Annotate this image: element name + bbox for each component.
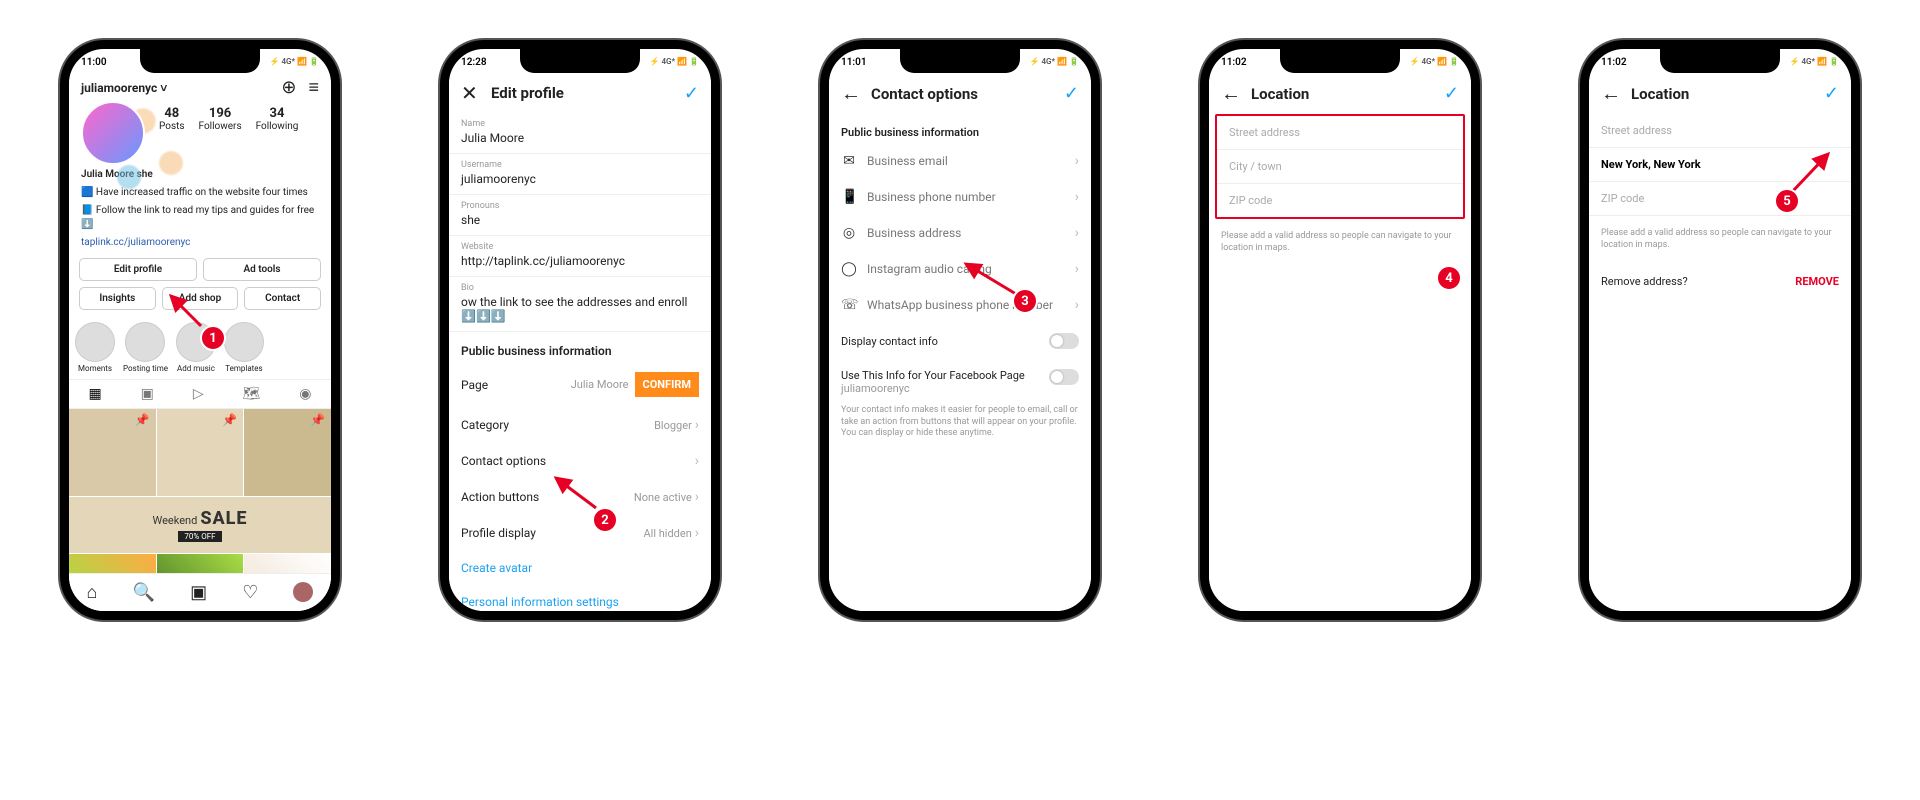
back-icon[interactable]: ← (841, 81, 861, 106)
pronouns-label: Pronouns (449, 195, 711, 211)
screen-title: Location (1251, 85, 1434, 103)
bio-field[interactable]: ow the link to see the addresses and enr… (449, 293, 711, 332)
grid-tab-icon[interactable]: ▦ (88, 386, 101, 402)
username-field[interactable]: juliamoorenyc (449, 170, 711, 195)
screen-title: Location (1631, 85, 1814, 103)
city-field[interactable]: City / town (1217, 150, 1463, 184)
page-row[interactable]: Page Julia MooreCONFIRM (449, 362, 711, 407)
remove-question: Remove address? (1601, 275, 1688, 288)
step-badge-5: 5 (1774, 188, 1800, 214)
confirm-icon[interactable]: ✓ (1064, 83, 1079, 104)
contact-button[interactable]: Contact (244, 287, 321, 310)
section-title: Public business information (829, 114, 1091, 143)
confirm-icon[interactable]: ✓ (684, 83, 699, 104)
profile-avatar[interactable] (81, 101, 145, 165)
business-email-row[interactable]: ✉Business email› (829, 143, 1091, 179)
name-field[interactable]: Julia Moore (449, 129, 711, 154)
remove-button[interactable]: REMOVE (1795, 275, 1839, 288)
confirm-icon[interactable]: ✓ (1824, 83, 1839, 104)
screen-title: Edit profile (491, 84, 674, 102)
time: 11:01 (841, 57, 867, 71)
display-contact-toggle[interactable]: Display contact info (829, 323, 1091, 359)
menu-icon[interactable]: ≡ (308, 77, 319, 98)
website-label: Website (449, 236, 711, 252)
step-badge-2: 2 (592, 507, 618, 533)
edit-profile-button[interactable]: Edit profile (79, 258, 197, 281)
activity-icon[interactable]: ♡ (242, 582, 258, 603)
profile-display-row[interactable]: Profile displayAll hidden › (449, 515, 711, 551)
search-icon[interactable]: 🔍 (133, 582, 155, 603)
reels-icon[interactable]: ▣ (190, 582, 207, 603)
website-field[interactable]: http://taplink.cc/juliamoorenyc (449, 252, 711, 277)
time: 11:02 (1221, 57, 1247, 71)
status-icons: ⚡ 4G* 📶 🔋 (1030, 57, 1079, 71)
video-tab-icon[interactable]: ▷ (193, 386, 204, 402)
status-icons: ⚡ 4G* 📶 🔋 (1410, 57, 1459, 71)
back-icon[interactable]: ← (1601, 81, 1621, 106)
confirm-button[interactable]: CONFIRM (635, 372, 699, 397)
status-icons: ⚡ 4G* 📶 🔋 (650, 57, 699, 71)
highlighted-fields: Street address City / town ZIP code (1215, 114, 1465, 219)
whatsapp-icon: ☏ (841, 297, 857, 313)
instagram-icon: ◯ (841, 261, 857, 277)
step-badge-4: 4 (1436, 265, 1462, 291)
personal-info-link[interactable]: Personal information settings (449, 585, 711, 611)
reels-tab-icon[interactable]: ▣ (141, 386, 154, 402)
helper-text: Please add a valid address so people can… (1589, 216, 1851, 261)
home-icon[interactable]: ⌂ (87, 582, 98, 603)
back-icon[interactable]: ← (1221, 81, 1241, 106)
facebook-info-toggle[interactable]: Use This Info for Your Facebook Pagejuli… (829, 359, 1091, 405)
street-field[interactable]: Street address (1589, 114, 1851, 148)
insights-button[interactable]: Insights (79, 287, 156, 310)
helper-text: Your contact info makes it easier for pe… (829, 405, 1091, 450)
business-section-title: Public business information (449, 332, 711, 362)
time: 11:02 (1601, 57, 1627, 71)
bio-link[interactable]: taplink.cc/juliamoorenyc (69, 234, 331, 252)
create-avatar-link[interactable]: Create avatar (449, 551, 711, 585)
ad-tools-button[interactable]: Ad tools (203, 258, 321, 281)
business-address-row[interactable]: ◎Business address› (829, 215, 1091, 251)
username-label: Username (449, 154, 711, 170)
time: 11:00 (81, 57, 107, 71)
step-badge-1: 1 (200, 325, 226, 351)
close-icon[interactable]: ✕ (461, 81, 481, 105)
name-label: Name (449, 113, 711, 129)
step-badge-3: 3 (1012, 288, 1038, 314)
status-icons: ⚡ 4G* 📶 🔋 (1790, 57, 1839, 71)
business-phone-row[interactable]: 📱Business phone number› (829, 179, 1091, 215)
phone-icon: 📱 (841, 189, 857, 205)
guides-tab-icon[interactable]: 🗺 (243, 386, 261, 402)
category-row[interactable]: CategoryBlogger › (449, 407, 711, 443)
street-field[interactable]: Street address (1217, 116, 1463, 150)
confirm-icon[interactable]: ✓ (1444, 83, 1459, 104)
bio-label: Bio (449, 277, 711, 293)
profile-icon[interactable] (293, 582, 313, 602)
email-icon: ✉ (841, 153, 857, 169)
helper-text: Please add a valid address so people can… (1209, 219, 1471, 264)
tagged-tab-icon[interactable]: ◉ (299, 386, 311, 402)
time: 12:28 (461, 57, 487, 71)
screen-title: Contact options (871, 85, 1054, 103)
create-post-icon[interactable]: ⊕ (281, 77, 296, 98)
pronouns-field[interactable]: she (449, 211, 711, 236)
status-icons: ⚡ 4G* 📶 🔋 (270, 57, 319, 71)
location-icon: ◎ (841, 225, 857, 241)
zip-field[interactable]: ZIP code (1217, 184, 1463, 217)
